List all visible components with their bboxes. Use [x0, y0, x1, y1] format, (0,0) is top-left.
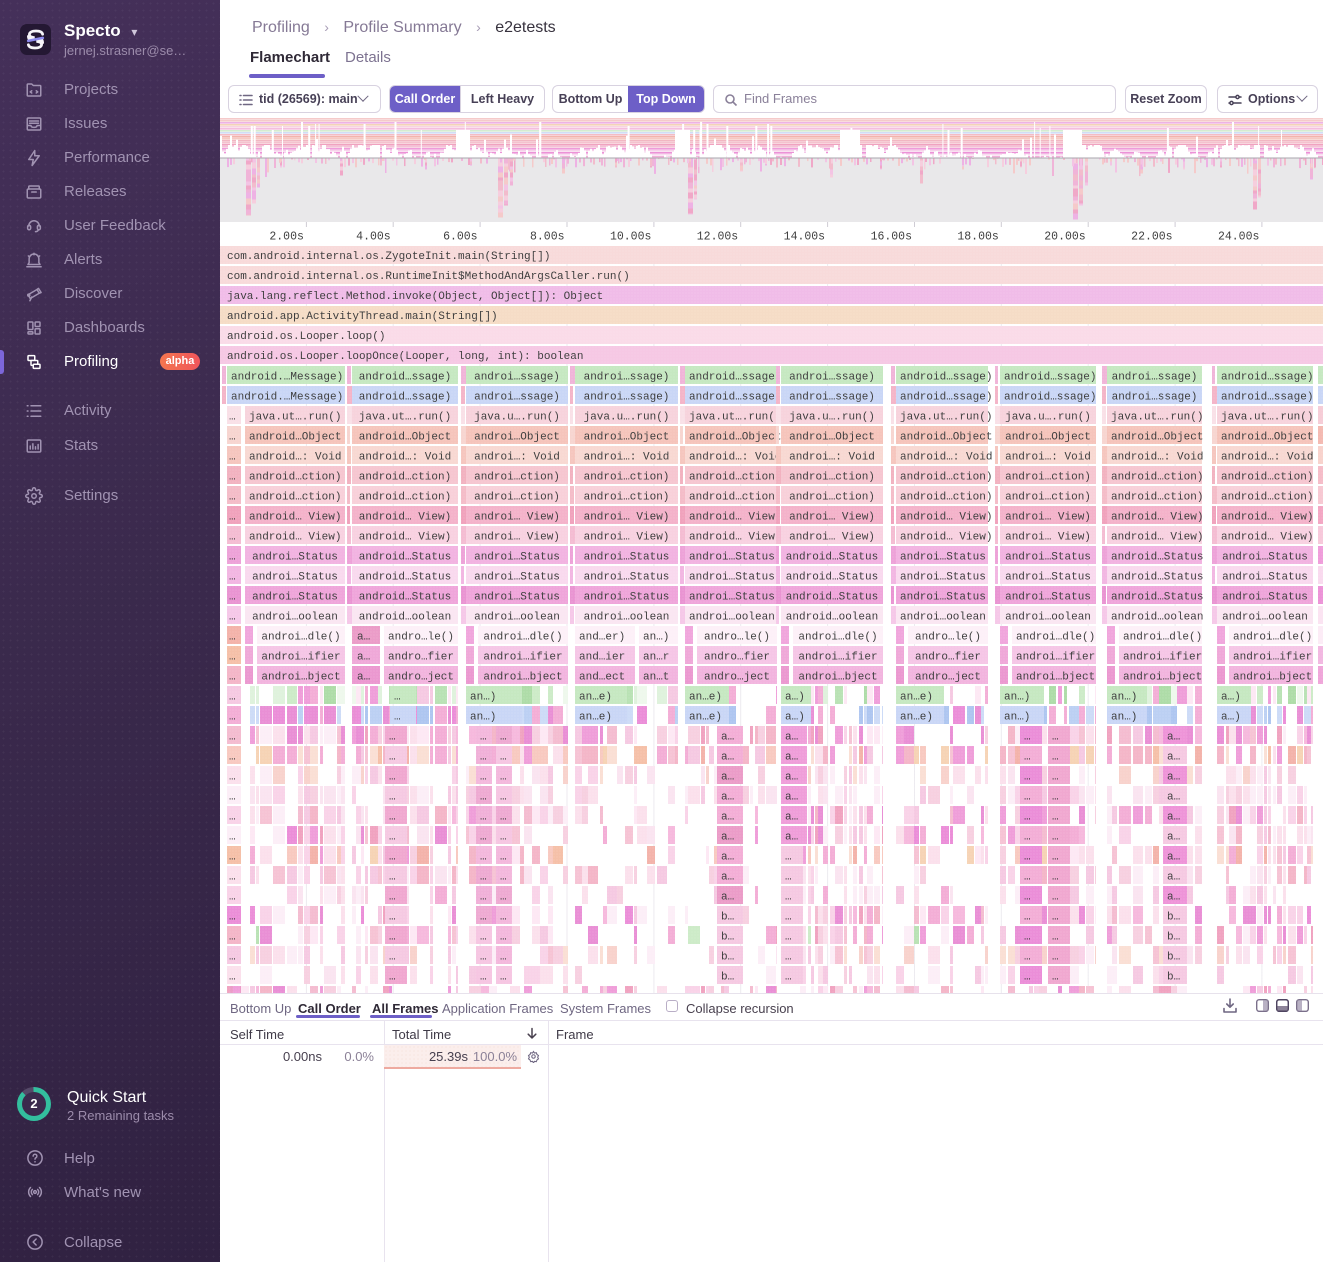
svg-text:6.00s: 6.00s	[443, 231, 478, 244]
svg-text:12.00s: 12.00s	[697, 231, 738, 244]
svg-text:8.00s: 8.00s	[530, 231, 565, 244]
svg-text:16.00s: 16.00s	[871, 231, 912, 244]
svg-text:14.00s: 14.00s	[784, 231, 825, 244]
svg-text:18.00s: 18.00s	[957, 231, 998, 244]
svg-text:24.00s: 24.00s	[1218, 231, 1259, 244]
svg-text:10.00s: 10.00s	[610, 231, 651, 244]
svg-text:2.00s: 2.00s	[269, 231, 304, 244]
svg-text:20.00s: 20.00s	[1044, 231, 1085, 244]
svg-text:4.00s: 4.00s	[356, 231, 391, 244]
svg-text:22.00s: 22.00s	[1131, 231, 1172, 244]
